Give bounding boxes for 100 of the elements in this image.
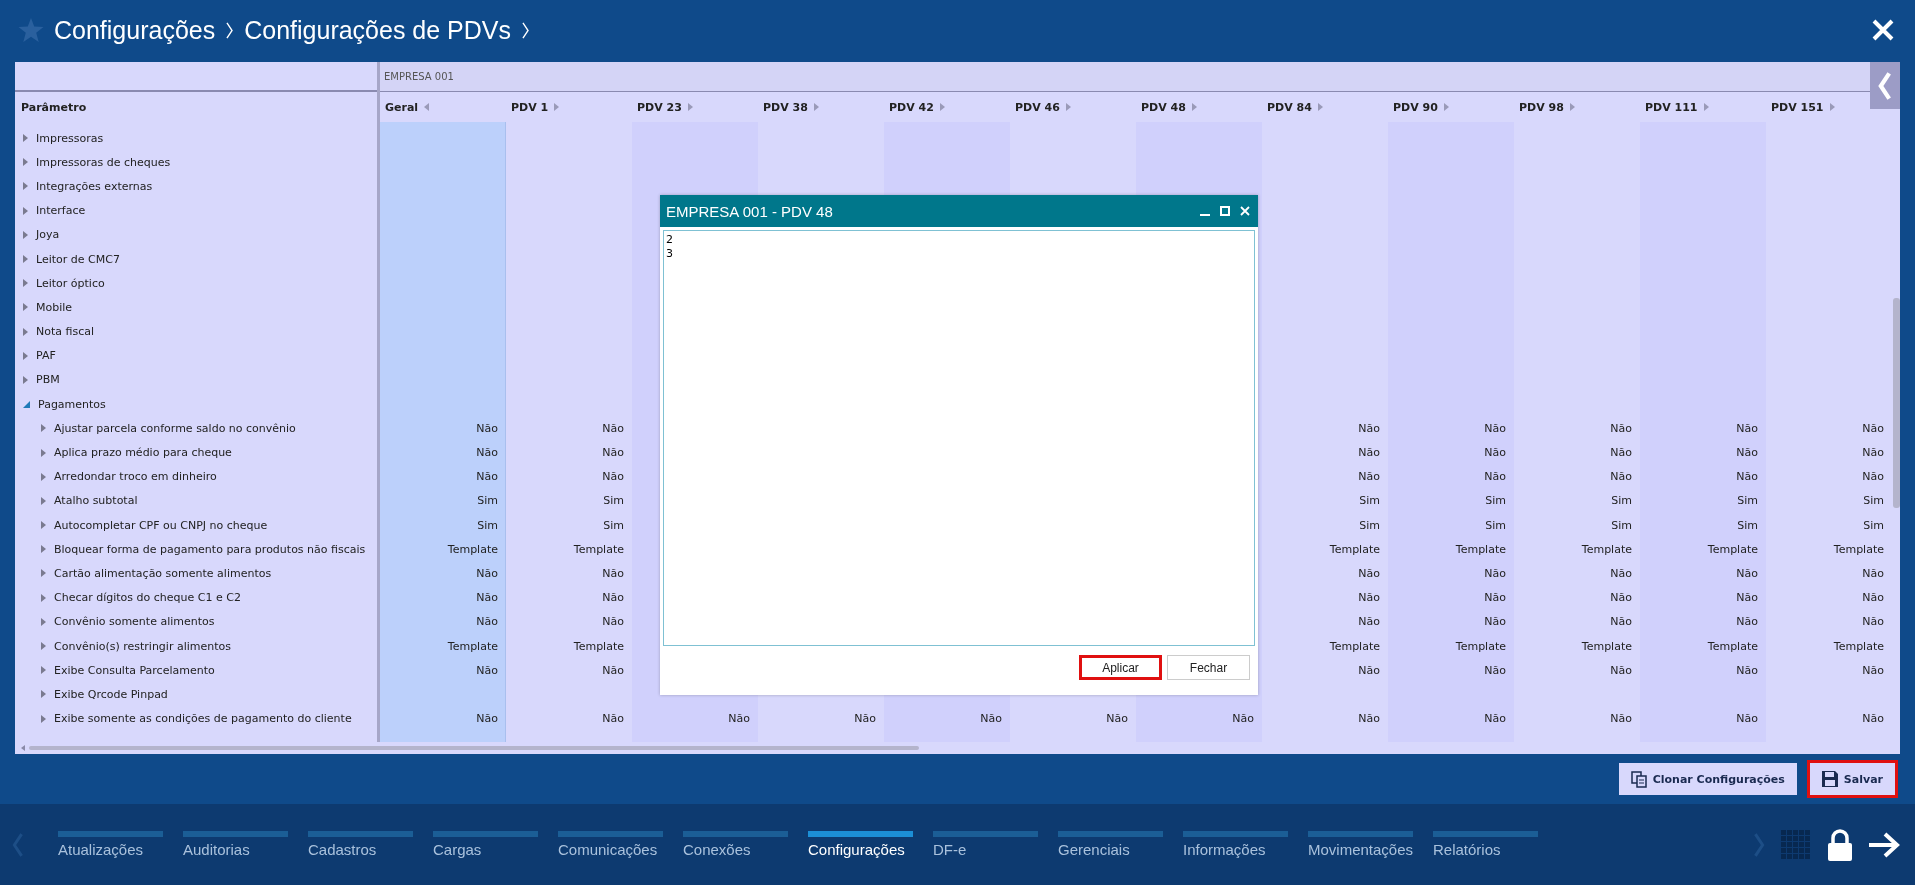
tree-item[interactable]: Autocompletar CPF ou CNPJ no cheque bbox=[15, 513, 268, 538]
breadcrumb-item[interactable]: Configurações bbox=[54, 15, 216, 45]
nav-tab[interactable]: Informações bbox=[1183, 831, 1288, 858]
column-header[interactable]: PDV 151 bbox=[1771, 100, 1835, 114]
column-header[interactable]: PDV 111 bbox=[1645, 100, 1709, 114]
tree-item[interactable]: Exibe somente as condições de pagamento do cliente bbox=[15, 706, 352, 731]
tree-item[interactable]: Atalho subtotal bbox=[15, 488, 138, 513]
nav-tab[interactable]: Gerenciais bbox=[1058, 831, 1163, 858]
tree-item[interactable]: Integrações externas bbox=[15, 174, 153, 199]
dialog-button[interactable]: Aplicar bbox=[1079, 655, 1162, 680]
tree-item[interactable]: Arredondar troco em dinheiro bbox=[15, 464, 217, 489]
scroll-left-icon[interactable] bbox=[21, 745, 25, 751]
collapsed-triangle-icon[interactable] bbox=[23, 134, 28, 143]
expand-triangle-icon[interactable] bbox=[939, 103, 945, 111]
expand-triangle-icon[interactable] bbox=[687, 103, 693, 111]
collapsed-triangle-icon[interactable] bbox=[41, 666, 46, 675]
chevron-right-icon[interactable] bbox=[521, 21, 531, 39]
collapsed-triangle-icon[interactable] bbox=[23, 182, 28, 191]
tree-item[interactable]: Exibe Qrcode Pinpad bbox=[15, 682, 168, 707]
column-header[interactable]: Geral bbox=[385, 100, 430, 114]
collapsed-triangle-icon[interactable] bbox=[41, 424, 46, 433]
scrollbar-thumb[interactable] bbox=[29, 746, 919, 750]
collapsed-triangle-icon[interactable] bbox=[23, 327, 28, 336]
text-area[interactable]: 2 3 bbox=[663, 230, 1255, 646]
column-header[interactable]: PDV 1 bbox=[511, 100, 560, 114]
collapsed-triangle-icon[interactable] bbox=[41, 545, 46, 554]
collapsed-triangle-icon[interactable] bbox=[41, 690, 46, 699]
tree-item[interactable]: PBM bbox=[15, 367, 60, 393]
tree-item[interactable]: Bloquear forma de pagamento para produtos não fiscais bbox=[15, 537, 366, 562]
nav-tab[interactable]: Movimentações bbox=[1308, 831, 1413, 858]
tree-item[interactable]: Exibe Consulta Parcelamento bbox=[15, 658, 215, 683]
column-header[interactable]: PDV 84 bbox=[1267, 100, 1323, 114]
tree-item[interactable]: Ajustar parcela conforme saldo no convênio bbox=[15, 416, 296, 441]
nav-tab[interactable]: Cadastros bbox=[308, 831, 413, 858]
expand-triangle-icon[interactable] bbox=[554, 103, 560, 111]
tree-item[interactable]: Leitor óptico bbox=[15, 271, 105, 296]
maximize-icon[interactable] bbox=[1220, 206, 1230, 216]
collapsed-triangle-icon[interactable] bbox=[23, 255, 28, 264]
collapsed-triangle-icon[interactable] bbox=[41, 617, 46, 626]
expand-triangle-icon[interactable] bbox=[813, 103, 819, 111]
collapsed-triangle-icon[interactable] bbox=[41, 496, 46, 505]
close-icon[interactable] bbox=[1871, 18, 1895, 42]
collapse-panel-tab[interactable] bbox=[1870, 62, 1900, 109]
arrow-right-icon[interactable] bbox=[1869, 831, 1901, 858]
tree-item[interactable]: Checar dígitos do cheque C1 e C2 bbox=[15, 585, 241, 610]
expand-triangle-icon[interactable] bbox=[1065, 103, 1071, 111]
tree-item[interactable]: Convênio(s) restringir alimentos bbox=[15, 633, 231, 659]
tree-item[interactable]: Joya bbox=[15, 222, 60, 247]
tree-item[interactable]: Impressoras de cheques bbox=[15, 150, 171, 175]
tree-item[interactable]: Nota fiscal bbox=[15, 319, 94, 344]
nav-tab[interactable]: DF-e bbox=[933, 831, 1038, 858]
collapsed-triangle-icon[interactable] bbox=[41, 642, 46, 651]
tree-item[interactable]: Cartão alimentação somente alimentos bbox=[15, 561, 272, 586]
collapsed-triangle-icon[interactable] bbox=[23, 351, 28, 360]
column-header[interactable]: PDV 90 bbox=[1393, 100, 1449, 114]
clone-button[interactable]: Clonar Configurações bbox=[1618, 763, 1797, 795]
chevron-left-icon[interactable] bbox=[1878, 70, 1892, 101]
tree-item[interactable]: PAF bbox=[15, 343, 56, 368]
column-header[interactable]: PDV 48 bbox=[1141, 100, 1197, 114]
nav-tab[interactable]: Auditorias bbox=[183, 831, 288, 858]
nav-tab[interactable]: Cargas bbox=[433, 831, 538, 858]
star-icon[interactable] bbox=[18, 17, 44, 43]
lock-icon[interactable] bbox=[1827, 828, 1853, 861]
collapsed-triangle-icon[interactable] bbox=[23, 230, 28, 239]
close-icon[interactable] bbox=[1240, 206, 1250, 216]
expand-triangle-icon[interactable] bbox=[1191, 103, 1197, 111]
expand-triangle-icon[interactable] bbox=[1829, 103, 1835, 111]
column-header[interactable]: PDV 42 bbox=[889, 100, 945, 114]
nav-tab[interactable]: Atualizações bbox=[58, 831, 163, 858]
tree-item[interactable]: Leitor de CMC7 bbox=[15, 246, 120, 272]
dialog-button[interactable]: Fechar bbox=[1167, 655, 1250, 680]
collapsed-triangle-icon[interactable] bbox=[23, 279, 28, 288]
tree-item[interactable]: Pagamentos bbox=[15, 392, 106, 417]
collapsed-triangle-icon[interactable] bbox=[23, 375, 28, 384]
nav-tab[interactable]: Configurações bbox=[808, 831, 913, 858]
collapsed-triangle-icon[interactable] bbox=[41, 472, 46, 481]
expand-triangle-icon[interactable] bbox=[1443, 103, 1449, 111]
expand-triangle-icon[interactable] bbox=[1317, 103, 1323, 111]
expanded-triangle-icon[interactable] bbox=[23, 400, 30, 408]
tree-item[interactable]: Mobile bbox=[15, 295, 73, 320]
save-button[interactable]: Salvar bbox=[1806, 760, 1898, 798]
collapsed-triangle-icon[interactable] bbox=[41, 521, 46, 530]
collapsed-triangle-icon[interactable] bbox=[23, 158, 28, 167]
tree-item[interactable]: Impressoras bbox=[15, 126, 104, 151]
breadcrumb-item[interactable]: Configurações de PDVs bbox=[244, 15, 512, 45]
collapsed-triangle-icon[interactable] bbox=[41, 593, 46, 602]
tree-item[interactable]: Aplica prazo médio para cheque bbox=[15, 440, 232, 465]
collapsed-triangle-icon[interactable] bbox=[41, 569, 46, 578]
collapsed-triangle-icon[interactable] bbox=[23, 303, 28, 312]
nav-tab[interactable]: Relatórios bbox=[1433, 831, 1538, 858]
collapsed-triangle-icon[interactable] bbox=[41, 714, 46, 723]
column-header[interactable]: PDV 38 bbox=[763, 100, 819, 114]
column-header[interactable]: PDV 46 bbox=[1015, 100, 1071, 114]
tree-item[interactable]: Convênio somente alimentos bbox=[15, 609, 215, 634]
nav-tab[interactable]: Comunicações bbox=[558, 831, 663, 858]
collapsed-triangle-icon[interactable] bbox=[41, 448, 46, 457]
expand-triangle-icon[interactable] bbox=[1703, 103, 1709, 111]
tree-item[interactable]: Interface bbox=[15, 198, 86, 223]
nav-tab[interactable]: Conexões bbox=[683, 831, 788, 858]
scrollbar-thumb[interactable] bbox=[1893, 298, 1900, 508]
